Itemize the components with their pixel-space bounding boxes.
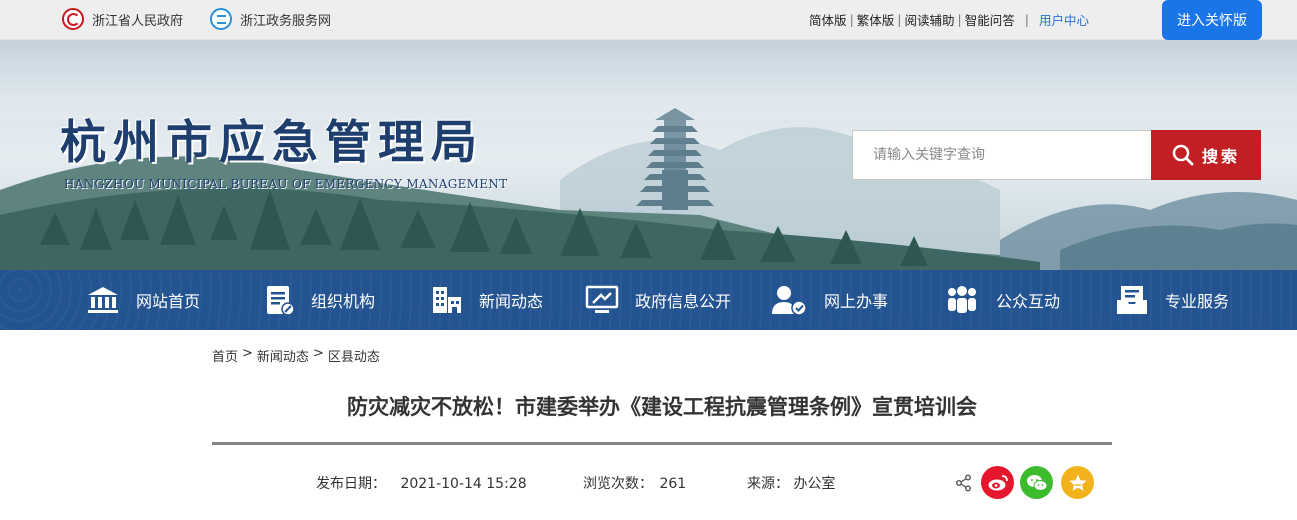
favorite-button[interactable] [1061, 466, 1094, 499]
nav-item-gov-info[interactable]: 政府信息公开 [585, 270, 731, 330]
source-value: 办公室 [793, 476, 836, 492]
title-divider [212, 442, 1112, 445]
top-utility-bar: 浙江省人民政府 浙江政务服务网 简体版 | 繁体版 | 阅读辅助 | 智能问答 … [0, 0, 1297, 40]
nav-item-professional-service[interactable]: 专业服务 [1115, 270, 1229, 330]
main-nav: 网站首页 组织机构 新闻动态 政府信息公开 网上办事 公众互动 专业服务 [0, 270, 1297, 330]
zhejiang-gov-label: 浙江省人民政府 [92, 13, 184, 29]
nav-label: 网上办事 [824, 292, 889, 311]
nav-item-public-interaction[interactable]: 公众互动 [944, 270, 1060, 330]
breadcrumb-home[interactable]: 首页 [212, 346, 238, 365]
search-input[interactable] [852, 130, 1152, 180]
top-right-links: 简体版 | 繁体版 | 阅读辅助 | 智能问答 | 用户中心 [809, 10, 1089, 29]
separator: | [1024, 12, 1029, 27]
nav-label: 专业服务 [1165, 292, 1230, 311]
header-banner: 杭州市应急管理局 HANGZHOU MUNICIPAL BUREAU OF EM… [0, 40, 1297, 270]
site-title: 杭州市应急管理局 [60, 115, 484, 169]
document-edit-icon [267, 286, 295, 316]
source-label: 来源： [747, 476, 789, 492]
building-icon [433, 287, 461, 313]
nav-label: 组织机构 [311, 292, 376, 311]
nav-item-news[interactable]: 新闻动态 [431, 270, 543, 330]
publish-date-label: 发布日期： [316, 476, 386, 492]
separator: | [897, 12, 902, 27]
separator: | [849, 12, 854, 27]
gov-emblem-icon [62, 8, 84, 30]
zhejiang-service-label: 浙江政务服务网 [240, 13, 332, 29]
article-title: 防灾减灾不放松！市建委举办《建设工程抗震管理条例》宣贯培训会 [347, 395, 977, 419]
breadcrumb-separator: > [312, 346, 324, 361]
breadcrumb-news[interactable]: 新闻动态 [257, 346, 309, 365]
weibo-icon [988, 474, 1008, 490]
reading-aid-link[interactable]: 阅读辅助 [905, 10, 955, 29]
bank-icon [88, 287, 118, 313]
nav-item-organization[interactable]: 组织机构 [265, 270, 375, 330]
weibo-share-button[interactable] [981, 466, 1014, 499]
smart-qa-link[interactable]: 智能问答 [965, 10, 1015, 29]
simplified-link[interactable]: 简体版 [809, 10, 847, 29]
breadcrumb: 首页 > 新闻动态 > 区县动态 [212, 346, 380, 365]
wechat-share-button[interactable] [1020, 466, 1053, 499]
source-meta: 来源： 办公室 [747, 473, 835, 493]
mail-tray-icon [1117, 286, 1147, 314]
publish-date-value: 2021-10-14 15:28 [400, 476, 527, 492]
views-value: 261 [659, 476, 687, 492]
breadcrumb-district[interactable]: 区县动态 [328, 346, 380, 365]
search-icon [1172, 144, 1194, 166]
nav-item-online-service[interactable]: 网上办事 [770, 270, 888, 330]
share-icon[interactable] [955, 474, 973, 492]
zhejiang-service-link[interactable]: 浙江政务服务网 [210, 8, 331, 30]
nav-label: 政府信息公开 [635, 292, 732, 311]
wechat-icon [1026, 474, 1047, 491]
publish-date-meta: 发布日期： 2021-10-14 15:28 [316, 473, 527, 493]
search-button-label: 搜索 [1201, 147, 1240, 166]
nav-label: 公众互动 [996, 292, 1061, 311]
monitor-icon [585, 285, 619, 313]
breadcrumb-separator: > [242, 346, 253, 361]
zhejiang-gov-link[interactable]: 浙江省人民政府 [62, 8, 183, 30]
nav-label: 新闻动态 [479, 292, 544, 311]
site-subtitle: HANGZHOU MUNICIPAL BUREAU OF EMERGENCY M… [64, 177, 508, 191]
search-button[interactable]: 搜索 [1151, 130, 1261, 180]
traditional-link[interactable]: 繁体版 [857, 10, 895, 29]
separator: | [957, 12, 962, 27]
elder-mode-button[interactable]: 进入关怀版 [1162, 0, 1262, 40]
nav-label: 网站首页 [136, 292, 201, 311]
service-logo-icon [210, 8, 232, 30]
views-meta: 浏览次数： 261 [583, 473, 686, 493]
nav-item-home[interactable]: 网站首页 [86, 270, 200, 330]
people-icon [948, 286, 976, 313]
user-service-icon [772, 286, 807, 316]
views-label: 浏览次数： [583, 476, 653, 492]
favorite-icon [1068, 474, 1087, 491]
user-center-link[interactable]: 用户中心 [1039, 10, 1089, 29]
